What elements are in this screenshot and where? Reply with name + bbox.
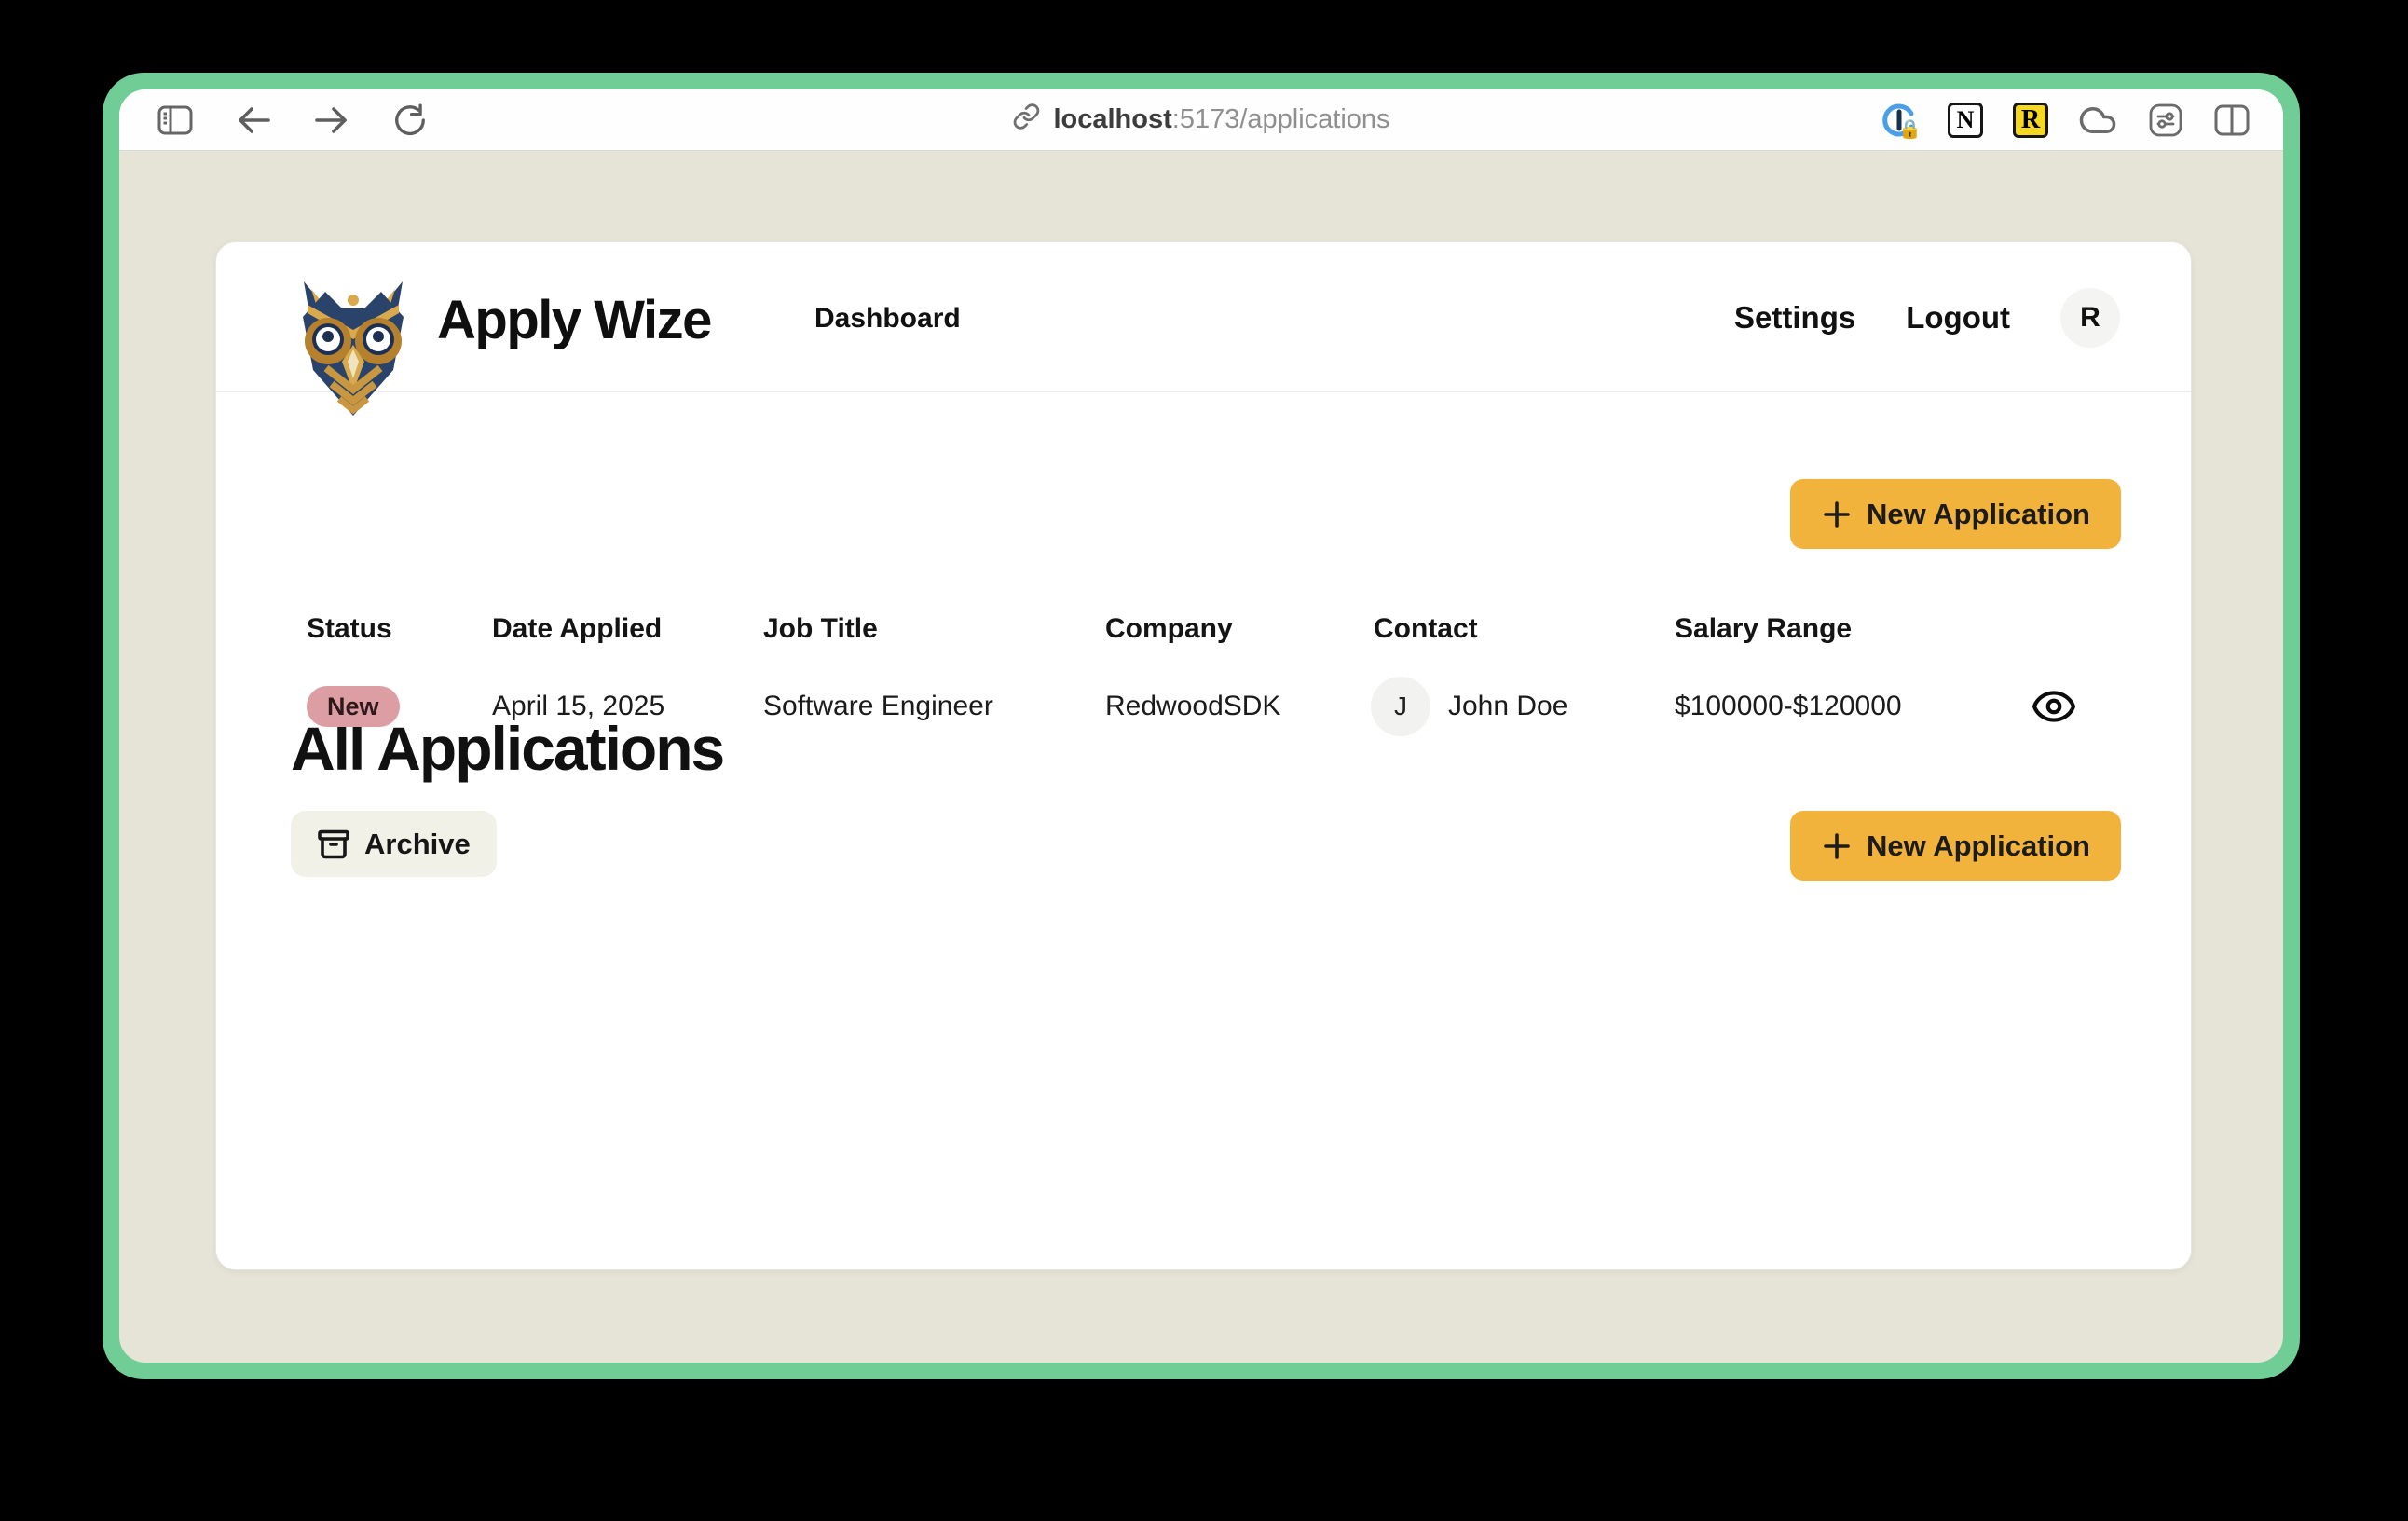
- browser-chrome: localhost:5173/applications 🔒 N R: [119, 89, 2283, 1363]
- sidebar-toggle-icon[interactable]: [155, 100, 196, 141]
- view-application-button[interactable]: [2030, 682, 2078, 731]
- column-header-company: Company: [1105, 613, 1233, 645]
- brand-title: Apply Wize: [437, 289, 711, 351]
- link-icon: [1012, 103, 1040, 138]
- column-header-date: Date Applied: [492, 613, 662, 645]
- toolbar-nav-group: [119, 100, 431, 141]
- logout-link[interactable]: Logout: [1906, 300, 2010, 336]
- cell-company: RedwoodSDK: [1105, 691, 1280, 722]
- reload-icon[interactable]: [390, 100, 431, 141]
- cell-contact-name: John Doe: [1448, 691, 1567, 722]
- r-extension-icon[interactable]: R: [2013, 103, 2048, 138]
- app-header: Apply Wize Dashboard Settings Logout R: [216, 242, 2191, 392]
- extensions-sliders-icon[interactable]: [2147, 102, 2184, 139]
- plus-icon: [1821, 499, 1853, 530]
- archive-button[interactable]: Archive: [291, 811, 497, 877]
- status-badge: New: [307, 686, 400, 727]
- column-header-status: Status: [307, 613, 392, 645]
- url-path: :5173/applications: [1172, 104, 1390, 134]
- eye-icon: [2031, 683, 2077, 730]
- url-host: localhost: [1053, 104, 1171, 134]
- app-card: Apply Wize Dashboard Settings Logout R A…: [215, 241, 2192, 1270]
- cloud-icon[interactable]: [2078, 101, 2117, 140]
- column-header-salary: Salary Range: [1675, 613, 1852, 645]
- page-background: Apply Wize Dashboard Settings Logout R A…: [119, 151, 2283, 1363]
- contact-avatar: J: [1371, 677, 1430, 736]
- browser-toolbar: localhost:5173/applications 🔒 N R: [119, 89, 2283, 151]
- plus-icon: [1821, 830, 1853, 862]
- owl-logo: [291, 280, 416, 417]
- notion-icon[interactable]: N: [1948, 103, 1983, 138]
- column-header-job: Job Title: [763, 613, 878, 645]
- back-icon[interactable]: [233, 100, 274, 141]
- forward-icon[interactable]: [311, 100, 352, 141]
- nav-dashboard-link[interactable]: Dashboard: [814, 303, 961, 335]
- column-header-contact: Contact: [1374, 613, 1478, 645]
- privacy-lock-icon[interactable]: 🔒: [1881, 102, 1918, 139]
- cell-salary-range: $100000-$120000: [1675, 691, 1902, 722]
- browser-window: localhost:5173/applications 🔒 N R: [103, 73, 2300, 1379]
- new-application-button-bottom[interactable]: New Application: [1790, 811, 2121, 881]
- settings-link[interactable]: Settings: [1734, 300, 1855, 336]
- cell-job-title: Software Engineer: [763, 691, 993, 722]
- header-actions: Settings Logout R: [1734, 242, 2120, 392]
- toolbar-extensions-group: 🔒 N R: [1881, 89, 2250, 150]
- new-application-button-top[interactable]: New Application: [1790, 479, 2121, 549]
- cell-date-applied: April 15, 2025: [492, 691, 664, 722]
- user-avatar[interactable]: R: [2060, 288, 2120, 348]
- url-bar[interactable]: localhost:5173/applications: [1012, 103, 1389, 138]
- split-view-icon[interactable]: [2214, 104, 2250, 136]
- archive-icon: [317, 828, 350, 861]
